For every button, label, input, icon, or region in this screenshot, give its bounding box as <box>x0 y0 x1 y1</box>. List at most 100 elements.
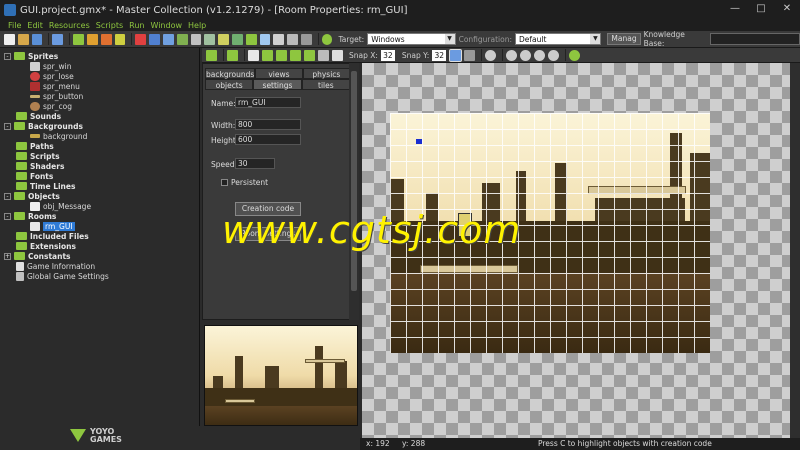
collapse-icon[interactable]: - <box>4 212 11 220</box>
tree-item-game-information[interactable]: Game Information <box>0 261 199 271</box>
clean-icon[interactable] <box>114 33 126 45</box>
tree-folder-sprites[interactable]: - Sprites <box>0 51 199 61</box>
folder-icon <box>16 182 27 190</box>
ok-check-icon[interactable] <box>206 49 217 61</box>
tree-item-room[interactable]: rm_GUI <box>0 221 199 231</box>
tab-views[interactable]: views <box>255 68 303 79</box>
shift-up-icon[interactable] <box>290 49 301 61</box>
preview-ground <box>205 388 357 406</box>
collapse-icon[interactable]: - <box>4 192 11 200</box>
tree-item-sprite[interactable]: spr_lose <box>0 71 199 81</box>
add-script-icon[interactable] <box>190 33 202 45</box>
tree-item-background[interactable]: background <box>0 131 199 141</box>
snap-y-input[interactable]: 32 <box>432 49 447 61</box>
snap-y-label: Snap Y: <box>401 50 430 60</box>
tab-settings[interactable]: settings <box>253 79 302 90</box>
tab-physics[interactable]: physics <box>302 68 350 79</box>
minimize-icon[interactable]: — <box>722 0 748 18</box>
maximize-icon[interactable]: □ <box>748 0 774 18</box>
add-sprite-icon[interactable] <box>135 33 147 45</box>
properties-scrollbar[interactable] <box>349 63 359 320</box>
add-timeline-icon[interactable] <box>231 33 243 45</box>
tree-folder-timelines[interactable]: Time Lines <box>0 181 199 191</box>
menu-scripts[interactable]: Scripts <box>96 20 123 31</box>
tree-folder-extensions[interactable]: Extensions <box>0 241 199 251</box>
clear-room-icon[interactable] <box>248 49 259 61</box>
speed-field[interactable]: 30 <box>235 158 275 169</box>
isometric-grid-icon[interactable] <box>464 49 476 61</box>
tree-folder-constants[interactable]: + Constants <box>0 251 199 261</box>
add-sound-icon[interactable] <box>149 33 160 45</box>
tree-item-sprite[interactable]: spr_cog <box>0 101 199 111</box>
global-settings-icon[interactable] <box>287 33 298 45</box>
menu-help[interactable]: Help <box>188 20 206 31</box>
tree-folder-fonts[interactable]: Fonts <box>0 171 199 181</box>
tree-item-sprite[interactable]: spr_menu <box>0 81 199 91</box>
tree-item-sprite[interactable]: spr_button <box>0 91 199 101</box>
profile-icon[interactable] <box>100 33 112 45</box>
zoom-in-icon[interactable] <box>520 49 532 61</box>
shift-down-icon[interactable] <box>304 49 315 61</box>
shift-left-icon[interactable] <box>262 49 273 61</box>
lock-icon[interactable] <box>332 49 343 61</box>
close-icon[interactable]: ✕ <box>774 0 800 18</box>
snap-x-input[interactable]: 32 <box>380 49 395 61</box>
sort-icon[interactable] <box>318 49 329 61</box>
help-icon[interactable] <box>321 33 333 45</box>
tree-folder-paths[interactable]: Paths <box>0 141 199 151</box>
tree-folder-backgrounds[interactable]: - Backgrounds <box>0 121 199 131</box>
tab-backgrounds[interactable]: backgrounds <box>205 68 256 79</box>
add-shader-icon[interactable] <box>204 33 216 45</box>
zoom-reset-icon[interactable] <box>534 49 546 61</box>
menu-run[interactable]: Run <box>129 20 144 31</box>
knowledge-base-input[interactable] <box>709 33 800 45</box>
tree-folder-rooms[interactable]: - Rooms <box>0 211 199 221</box>
tab-tiles[interactable]: tiles <box>301 79 350 90</box>
menu-file[interactable]: File <box>8 20 21 31</box>
menu-resources[interactable]: Resources <box>49 20 90 31</box>
grid-toggle-icon[interactable] <box>449 48 463 62</box>
add-object-icon[interactable] <box>245 33 257 45</box>
collapse-icon[interactable]: - <box>4 52 11 60</box>
tree-folder-included-files[interactable]: Included Files <box>0 231 199 241</box>
save-icon[interactable] <box>31 33 43 45</box>
menu-edit[interactable]: Edit <box>27 20 43 31</box>
width-field[interactable]: 800 <box>235 119 301 130</box>
tree-folder-objects[interactable]: - Objects <box>0 191 199 201</box>
debug-icon[interactable] <box>86 33 98 45</box>
add-room-icon[interactable] <box>259 33 271 45</box>
tree-item-global-settings[interactable]: Global Game Settings <box>0 271 199 281</box>
expand-icon[interactable]: + <box>4 252 11 260</box>
tree-item-sprite[interactable]: spr_win <box>0 61 199 71</box>
open-project-icon[interactable] <box>17 33 29 45</box>
height-field[interactable]: 600 <box>235 134 301 145</box>
tree-folder-scripts[interactable]: Scripts <box>0 151 199 161</box>
name-field[interactable]: rm_GUI <box>235 97 301 108</box>
tree-item-object[interactable]: obj_Message <box>0 201 199 211</box>
undo-icon[interactable] <box>227 49 238 61</box>
scrollbar-thumb[interactable] <box>351 71 357 291</box>
add-font-icon[interactable] <box>218 33 229 45</box>
add-background-icon[interactable] <box>162 33 174 45</box>
zoom-fit-icon[interactable] <box>548 49 560 61</box>
collapse-icon[interactable]: - <box>4 122 11 130</box>
persistent-checkbox[interactable] <box>221 179 228 186</box>
game-info-icon[interactable] <box>273 33 285 45</box>
manage-button[interactable]: Manag <box>607 33 641 45</box>
menu-window[interactable]: Window <box>150 20 182 31</box>
show-objects-icon[interactable] <box>485 49 497 61</box>
create-exe-icon[interactable] <box>52 33 64 45</box>
help-icon[interactable] <box>569 49 581 61</box>
shift-right-icon[interactable] <box>276 49 287 61</box>
zoom-out-icon[interactable] <box>506 49 518 61</box>
tab-objects[interactable]: objects <box>205 79 254 90</box>
new-project-icon[interactable] <box>4 33 15 45</box>
tree-folder-shaders[interactable]: Shaders <box>0 161 199 171</box>
extensions-icon[interactable] <box>300 33 312 45</box>
add-path-icon[interactable] <box>176 33 188 45</box>
run-icon[interactable] <box>73 33 84 45</box>
target-select[interactable]: Windows ▼ <box>367 33 456 45</box>
configuration-select[interactable]: Default ▼ <box>514 33 602 45</box>
canvas-scrollbar[interactable] <box>790 63 800 438</box>
tree-folder-sounds[interactable]: Sounds <box>0 111 199 121</box>
